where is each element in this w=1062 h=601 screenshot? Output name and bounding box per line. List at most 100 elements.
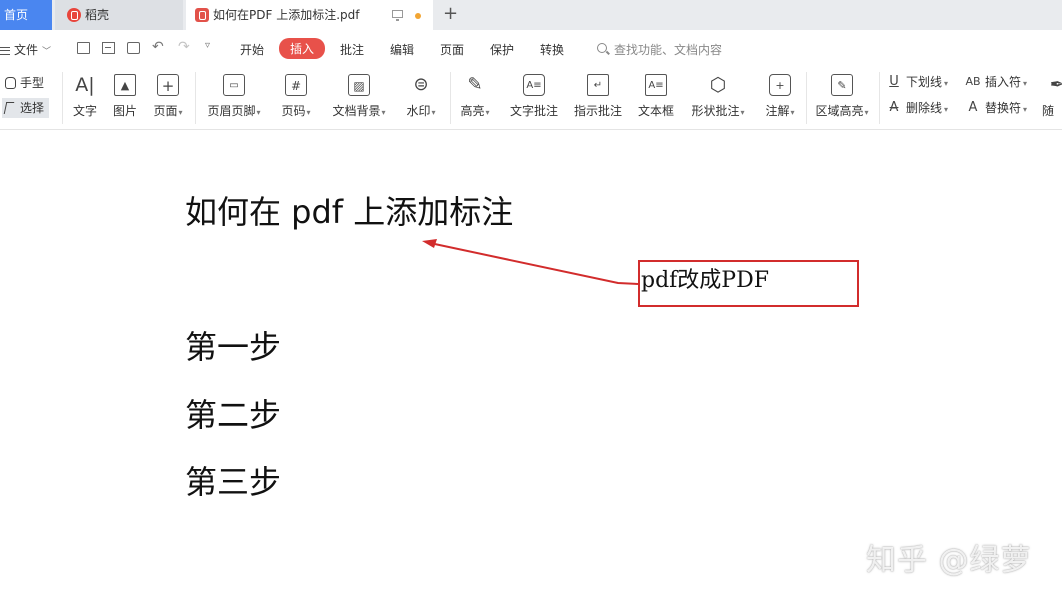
open-folder-icon[interactable] xyxy=(77,42,90,54)
search-icon xyxy=(597,43,607,53)
area-highlight-label: 区域高亮▾ xyxy=(815,104,869,118)
insert-image-button[interactable]: ▲ 图片 xyxy=(108,66,142,130)
select-mode-label: 选择 xyxy=(20,101,45,115)
highlighter-icon: ✎ xyxy=(467,74,483,95)
insert-page-label: 页面▾ xyxy=(153,104,183,118)
pointer-comment-label: 指示批注 xyxy=(573,104,622,118)
new-tab-plus-icon[interactable]: + xyxy=(443,5,458,23)
quick-access-more-icon[interactable]: ▿ xyxy=(205,40,210,51)
header-footer-label: 页眉页脚▾ xyxy=(207,104,261,118)
pointer-comment-button[interactable]: ↵ 指示批注 xyxy=(570,66,626,130)
annotation-note-text: pdf改成PDF xyxy=(641,268,770,293)
background-hatch-icon: ▨ xyxy=(348,74,370,96)
pdf-file-icon xyxy=(195,8,209,22)
text-cursor-icon: A| xyxy=(75,74,95,96)
tab-daoke-label: 稻壳 xyxy=(85,8,110,22)
hand-mode-button[interactable]: 手型 xyxy=(2,73,52,93)
search-input[interactable]: 查找功能、文档内容 xyxy=(597,41,722,58)
strikethrough-label: 删除线 xyxy=(906,101,943,115)
shape-comment-button[interactable]: ⬡ 形状批注▾ xyxy=(686,66,750,130)
select-mode-button[interactable]: 选择 xyxy=(2,98,49,118)
header-footer-icon: ▭ xyxy=(223,74,245,96)
insert-text-button[interactable]: A| 文字 xyxy=(68,66,102,130)
text-comment-button[interactable]: A≡ 文字批注 xyxy=(506,66,562,130)
shape-comment-label: 形状批注▾ xyxy=(691,104,745,118)
tab-daoke[interactable]: 稻壳 xyxy=(55,0,183,30)
toolbar-divider xyxy=(62,72,63,124)
replace-symbol-button[interactable]: A 替换符 ▾ xyxy=(965,98,1027,118)
replace-caret-icon: A xyxy=(968,100,978,115)
text-box-icon: A≡ xyxy=(645,74,667,96)
menu-protect[interactable]: 保护 xyxy=(490,41,514,58)
image-icon: ▲ xyxy=(114,74,136,96)
menu-convert[interactable]: 转换 xyxy=(540,41,564,58)
ribbon-toolbar: 手型 选择 A| 文字 ▲ 图片 + 页面▾ ▭ 页眉页脚▾ # 页码▾ ▨ 文… xyxy=(0,66,1062,130)
save-icon[interactable] xyxy=(102,42,115,54)
watermark-button[interactable]: ⊜ 水印▾ xyxy=(400,66,442,130)
highlight-label: 高亮▾ xyxy=(460,104,490,118)
hand-mode-label: 手型 xyxy=(20,76,45,90)
highlight-button[interactable]: ✎ 高亮▾ xyxy=(455,66,495,130)
print-icon[interactable] xyxy=(127,42,140,54)
insert-page-button[interactable]: + 页面▾ xyxy=(148,66,188,130)
header-footer-button[interactable]: ▭ 页眉页脚▾ xyxy=(202,66,266,130)
strikethrough-icon: A xyxy=(889,100,899,115)
arrow-annotation[interactable] xyxy=(0,131,1062,601)
text-box-label: 文本框 xyxy=(637,104,674,118)
undo-icon[interactable]: ↶ xyxy=(152,39,164,55)
tab-document-label: 如何在PDF 上添加标注.pdf xyxy=(213,8,360,22)
annotation-text-box[interactable]: pdf改成PDF xyxy=(638,260,859,307)
underline-icon: U xyxy=(889,74,899,89)
doc-background-label: 文档背景▾ xyxy=(332,104,386,118)
daoke-logo-icon xyxy=(67,8,81,22)
text-comment-icon: A≡ xyxy=(523,74,545,96)
shape-comment-icon: ⬡ xyxy=(709,74,727,96)
search-placeholder: 查找功能、文档内容 xyxy=(614,43,723,57)
page-number-icon: # xyxy=(285,74,307,96)
text-comment-label: 文字批注 xyxy=(509,104,558,118)
tab-home[interactable]: 首页 xyxy=(0,0,52,30)
document-page[interactable]: 如何在 pdf 上添加标注 pdf改成PDF 第一步 第二步 第三步 知乎 @绿… xyxy=(0,131,1062,601)
annotation-button[interactable]: + 注解▾ xyxy=(760,66,800,130)
toolbar-divider xyxy=(879,72,880,124)
menu-bar: 文件 ﹀ ↶ ↷ ▿ 开始 插入 批注 编辑 页面 保护 转换 查找功能、文档内容 xyxy=(0,30,1062,66)
zhihu-watermark: 知乎 @绿萝 xyxy=(866,543,1032,578)
menu-comment[interactable]: 批注 xyxy=(340,41,364,58)
insert-symbol-button[interactable]: AB 插入符 ▾ xyxy=(965,72,1027,92)
underline-label: 下划线 xyxy=(906,75,943,89)
chevron-down-icon: ﹀ xyxy=(42,47,52,57)
menu-insert[interactable]: 插入 xyxy=(279,38,326,59)
insert-text-label: 文字 xyxy=(72,104,97,118)
watermark-icon: ⊜ xyxy=(413,74,429,95)
pointer-comment-icon: ↵ xyxy=(587,74,609,96)
file-menu-label: 文件 xyxy=(14,43,39,57)
text-box-button[interactable]: A≡ 文本框 xyxy=(634,66,678,130)
insert-symbol-label: 插入符 xyxy=(985,75,1022,89)
area-highlight-button[interactable]: ✎ 区域高亮▾ xyxy=(810,66,874,130)
cursor-arrow-icon xyxy=(3,102,15,114)
unsaved-dot-icon xyxy=(415,13,421,19)
menu-edit[interactable]: 编辑 xyxy=(390,41,414,58)
toolbar-divider xyxy=(806,72,807,124)
monitor-icon[interactable] xyxy=(392,10,403,21)
file-menu-button[interactable]: 文件 ﹀ xyxy=(0,41,51,58)
strikethrough-button[interactable]: A 删除线 ▾ xyxy=(886,98,948,118)
menu-start[interactable]: 开始 xyxy=(240,41,264,58)
step-one-text: 第一步 xyxy=(185,328,282,366)
redo-icon[interactable]: ↷ xyxy=(178,39,190,55)
watermark-label: 水印▾ xyxy=(406,104,436,118)
menu-page[interactable]: 页面 xyxy=(440,41,464,58)
pen-icon: ✒ xyxy=(1049,75,1062,95)
replace-symbol-label: 替换符 xyxy=(985,101,1022,115)
area-highlight-icon: ✎ xyxy=(831,74,853,96)
insert-image-label: 图片 xyxy=(112,104,137,118)
freehand-label: 随 xyxy=(1042,104,1055,118)
page-number-button[interactable]: # 页码▾ xyxy=(276,66,316,130)
hand-icon xyxy=(5,77,16,89)
freehand-button[interactable]: ✒ 随 xyxy=(1042,66,1062,130)
tab-bar: 首页 稻壳 如何在PDF 上添加标注.pdf + xyxy=(0,0,1062,30)
add-page-icon: + xyxy=(157,74,179,96)
doc-background-button[interactable]: ▨ 文档背景▾ xyxy=(328,66,390,130)
underline-button[interactable]: U 下划线 ▾ xyxy=(886,72,948,92)
insert-caret-icon: AB xyxy=(965,75,981,88)
